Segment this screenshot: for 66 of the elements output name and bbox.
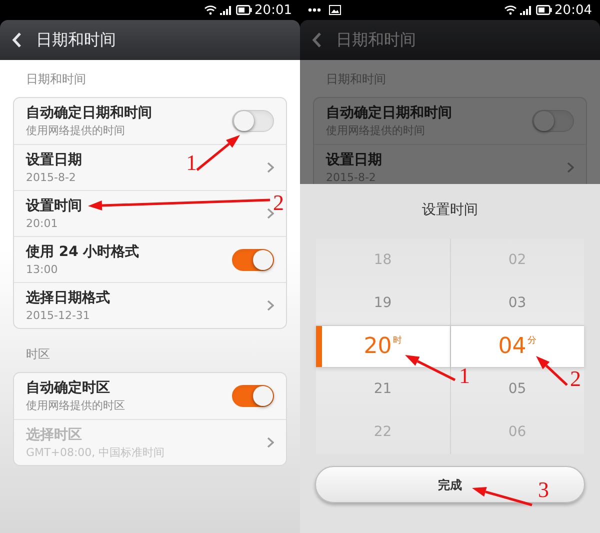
picker-value[interactable]: 05 [508,379,526,400]
status-time: 20:01 [254,4,292,16]
annotation-number: 2 [570,368,581,390]
row-subtitle: 13:00 [26,262,58,276]
row-title: 设置时间 [26,196,82,216]
header-title: 日期和时间 [36,29,116,51]
annotation-number: 3 [538,479,549,501]
signal-icon [220,5,233,15]
wifi-icon [204,5,217,15]
row-title: 设置日期 [326,150,382,170]
toggle-switch[interactable] [532,110,574,132]
row-title: 自动确定时区 [26,379,110,398]
row-subtitle: 使用网络提供的时区 [26,398,125,413]
signal-icon [520,5,533,15]
chevron-right-icon [567,162,574,173]
image-icon [329,5,341,15]
row-title: 选择日期格式 [26,288,110,308]
section-title: 日期和时间 [26,71,86,88]
annotation-number: 1 [186,152,197,174]
picker-value[interactable]: 18 [374,250,392,271]
annotation-arrow [196,135,240,171]
picker-value[interactable]: 02 [508,250,526,271]
picker-unit: 时 [392,335,402,348]
picker-value[interactable]: 19 [374,293,392,314]
annotation-arrow [405,355,456,382]
picker-value[interactable]: 22 [374,422,392,443]
annotation-arrow [472,487,532,506]
status-time: 20:04 [554,4,592,16]
section-title: 时区 [26,346,50,363]
row-subtitle: 20:01 [26,216,58,230]
row-title: 自动确定日期和时间 [26,104,152,123]
row-title: 选择时区 [26,426,82,444]
header-title: 日期和时间 [336,29,416,51]
back-icon[interactable] [12,32,22,48]
picker-value[interactable]: 06 [508,422,526,443]
settings-row[interactable]: 使用 24 小时格式 13:00 [14,236,286,282]
row-title: 自动确定日期和时间 [326,104,452,123]
toggle-switch[interactable] [232,248,274,270]
row-subtitle: 2015-12-31 [26,308,90,322]
battery-icon [536,5,552,15]
chevron-right-icon [267,162,274,173]
chevron-right-icon [267,300,274,311]
wifi-icon [504,5,517,15]
picker-value[interactable]: 20 [364,330,392,363]
settings-row[interactable]: 选择日期格式 2015-12-31 [14,282,286,328]
more-dots-icon [308,8,321,12]
row-subtitle: 使用网络提供的时间 [26,123,125,138]
toggle-switch[interactable] [232,385,274,407]
settings-row[interactable]: 自动确定时区 使用网络提供的时区 [14,373,286,419]
battery-icon [236,5,252,15]
dialog-title: 设置时间 [422,201,478,220]
picker-value[interactable]: 04 [498,330,526,363]
row-title: 使用 24 小时格式 [26,242,140,262]
picker-unit: 分 [527,335,536,348]
annotation-arrow [536,356,568,386]
toggle-switch[interactable] [232,110,274,132]
row-title: 设置日期 [26,150,82,170]
selection-indicator [316,326,322,367]
annotation-number: 1 [459,365,470,387]
chevron-right-icon [267,437,274,448]
settings-row[interactable]: 自动确定日期和时间 使用网络提供的时间 [14,98,286,144]
row-subtitle: 2015-8-2 [26,170,76,184]
annotation-number: 2 [273,192,284,214]
chevron-right-icon [267,208,274,219]
picker-value[interactable]: 03 [508,293,526,314]
picker-value[interactable]: 21 [374,379,392,400]
